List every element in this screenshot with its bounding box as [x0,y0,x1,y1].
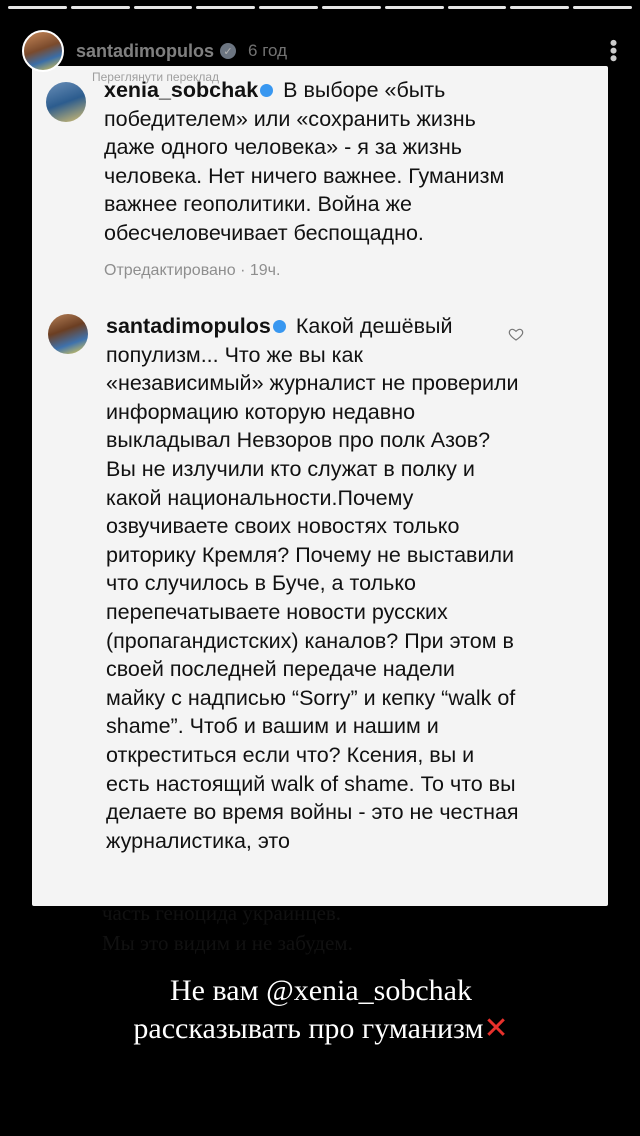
comment-xenia: xenia_sobchak В выборе «быть победителем… [66,76,506,280]
more-vertical-icon[interactable]: ••• [601,39,626,62]
progress-segment [8,6,67,9]
story-header: santadimopulos ✓ 6 год ••• [22,28,626,74]
handwritten-addition: часть геноцида украинцев. Мы это видим и… [102,898,432,958]
comment2-username: santadimopulos [106,314,271,338]
caption-line-2-wrap: рассказывать про гуманизм✕ [74,1010,568,1048]
comment2-text: Какой дешёвый популизм... Что же вы как … [106,314,519,853]
progress-segment [510,6,570,9]
author-username[interactable]: santadimopulos [76,41,214,62]
progress-segment [70,6,130,9]
progress-segment [259,6,318,9]
comment1-text: В выборе «быть победителем» или «сохрани… [104,78,505,245]
handwritten-line-1: часть геноцида украинцев. [102,901,342,925]
progress-segment [447,6,507,9]
caption-line-1: Не вам @xenia_sobchak [170,974,472,1007]
caption-line-2: рассказывать про гуманизм [133,1012,484,1045]
story-caption: Не вам @xenia_sobchak рассказывать про г… [74,968,568,1052]
heart-icon[interactable] [508,326,524,342]
verified-badge-icon [260,83,274,97]
comment1-meta: Отредактировано · 19ч. [104,261,281,279]
verified-badge-icon [272,319,286,333]
story-time: 6 год [248,41,288,60]
progress-segment [133,6,193,9]
verified-badge-icon: ✓ [220,43,237,59]
story-progress-bar [8,6,632,9]
progress-segment [321,6,381,9]
progress-segment [573,6,632,9]
progress-segment [384,6,444,9]
comment1-text-block: xenia_sobchak В выборе «быть победителем… [104,76,506,248]
progress-segment [196,6,256,9]
comment2-text-block: santadimopulos Какой дешёвый популизм...… [106,312,520,855]
cross-mark-icon: ✕ [483,1011,509,1046]
handwritten-line-2: Мы это видим и не забудем. [102,931,353,955]
comment-santadimopulos: santadimopulos Какой дешёвый популизм...… [50,312,520,855]
author-avatar[interactable] [22,30,64,72]
